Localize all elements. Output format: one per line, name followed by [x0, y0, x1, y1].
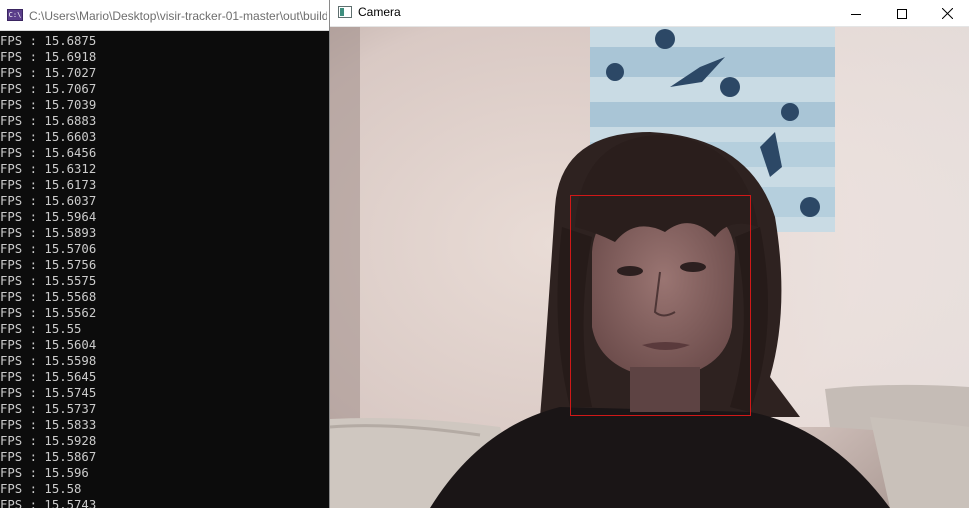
minimize-icon [851, 13, 861, 15]
console-titlebar[interactable]: C:\ C:\Users\Mario\Desktop\visir-tracker… [0, 0, 329, 31]
console-line: FPS : 15.5964 [0, 210, 97, 224]
camera-titlebar[interactable]: Camera [330, 0, 969, 27]
console-line: FPS : 15.5598 [0, 354, 97, 368]
camera-title: Camera [358, 5, 401, 19]
console-line: FPS : 15.5568 [0, 290, 97, 304]
console-line: FPS : 15.5706 [0, 242, 97, 256]
console-line: FPS : 15.6456 [0, 146, 97, 160]
console-line: FPS : 15.6312 [0, 162, 97, 176]
face-detection-box [570, 195, 751, 416]
console-line: FPS : 15.5756 [0, 258, 97, 272]
console-line: FPS : 15.6603 [0, 130, 97, 144]
console-line: FPS : 15.5737 [0, 402, 97, 416]
console-line: FPS : 15.6918 [0, 50, 97, 64]
console-line: FPS : 15.6875 [0, 34, 97, 48]
console-line: FPS : 15.7039 [0, 98, 97, 112]
maximize-button[interactable] [879, 0, 925, 27]
minimize-button[interactable] [833, 0, 879, 27]
console-line: FPS : 15.55 [0, 322, 82, 336]
console-output: FPS : 15.6875 FPS : 15.6918 FPS : 15.7027 F… [0, 33, 329, 508]
console-line: FPS : 15.6883 [0, 114, 97, 128]
console-line: FPS : 15.5833 [0, 418, 97, 432]
console-line: FPS : 15.5604 [0, 338, 97, 352]
console-line: FPS : 15.5745 [0, 386, 97, 400]
console-line: FPS : 15.6173 [0, 178, 97, 192]
console-line: FPS : 15.596 [0, 466, 89, 480]
console-line: FPS : 15.5893 [0, 226, 97, 240]
console-title: C:\Users\Mario\Desktop\visir-tracker-01-… [29, 9, 327, 23]
console-line: FPS : 15.7027 [0, 66, 97, 80]
cmd-icon: C:\ [7, 9, 23, 21]
console-line: FPS : 15.6037 [0, 194, 97, 208]
camera-window-icon [338, 6, 352, 18]
console-line: FPS : 15.5743 [0, 498, 97, 508]
console-window[interactable]: C:\ C:\Users\Mario\Desktop\visir-tracker… [0, 0, 329, 508]
close-button[interactable] [924, 0, 969, 27]
console-line: FPS : 15.5867 [0, 450, 97, 464]
console-line: FPS : 15.5562 [0, 306, 97, 320]
camera-frame [330, 27, 969, 508]
console-line: FPS : 15.5575 [0, 274, 97, 288]
console-line: FPS : 15.7067 [0, 82, 97, 96]
camera-window[interactable]: Camera [329, 0, 969, 508]
console-line: FPS : 15.5645 [0, 370, 97, 384]
console-line: FPS : 15.58 [0, 482, 82, 496]
maximize-icon [897, 8, 907, 19]
console-line: FPS : 15.5928 [0, 434, 97, 448]
close-icon [941, 8, 953, 19]
